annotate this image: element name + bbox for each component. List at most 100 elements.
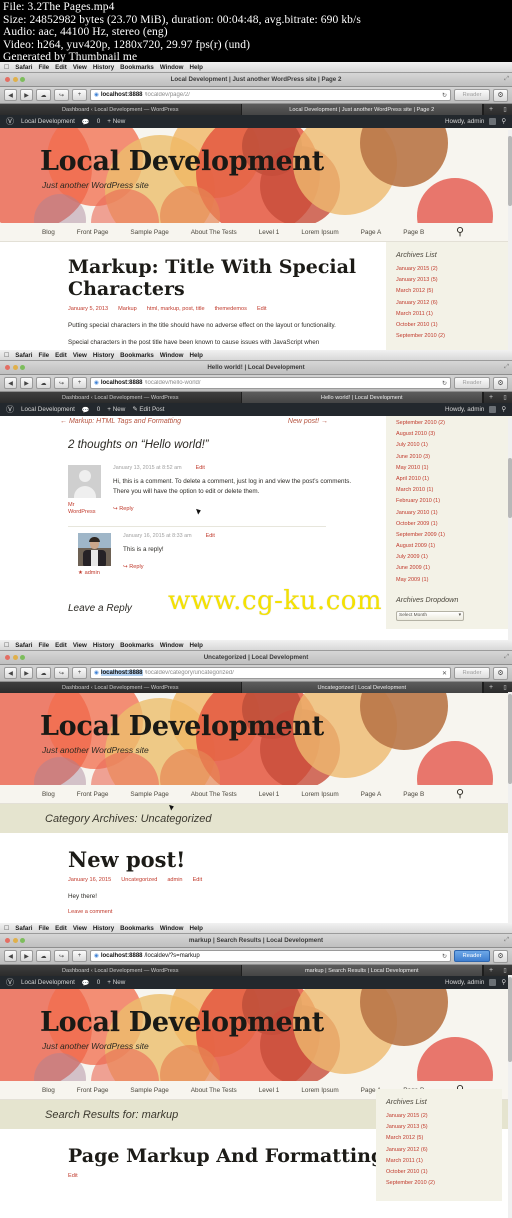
list-item[interactable]: March 2010 (1) bbox=[396, 487, 512, 493]
menu-edit[interactable]: Edit bbox=[55, 64, 67, 71]
address-bar[interactable]: ◉ localhost:8888 /localdev/category/unca… bbox=[90, 667, 451, 679]
leave-comment-link[interactable]: Leave a comment bbox=[68, 909, 112, 915]
list-item[interactable]: February 2010 (1) bbox=[396, 498, 512, 504]
gear-icon[interactable]: ⚙ bbox=[493, 949, 508, 963]
admin-search-icon[interactable]: ⚲ bbox=[501, 979, 506, 986]
list-item[interactable]: August 2009 (1) bbox=[396, 543, 512, 549]
nav-item-lorem-ipsum[interactable]: Lorem Ipsum bbox=[301, 229, 338, 236]
menu-help[interactable]: Help bbox=[190, 642, 203, 649]
menu-window[interactable]: Window bbox=[160, 925, 184, 932]
menu-edit[interactable]: Edit bbox=[55, 925, 67, 932]
menu-file[interactable]: File bbox=[38, 642, 49, 649]
menu-help[interactable]: Help bbox=[190, 64, 203, 71]
page-title[interactable]: Markup: Title With Special Characters bbox=[68, 256, 376, 300]
list-item[interactable]: March 2012 (5) bbox=[396, 288, 512, 294]
new-tab-button[interactable]: + bbox=[483, 965, 498, 976]
post-author[interactable]: themedemos bbox=[215, 306, 247, 312]
show-all-tabs-icon[interactable]: ▯ bbox=[498, 104, 512, 115]
nav-item-page-a[interactable]: Page A bbox=[361, 229, 382, 236]
list-item[interactable]: January 2015 (2) bbox=[396, 266, 512, 272]
apple-logo-icon[interactable]:  bbox=[4, 925, 9, 932]
reader-button[interactable]: Reader bbox=[454, 950, 490, 962]
menu-history[interactable]: History bbox=[93, 352, 114, 359]
share-button[interactable]: ↪ bbox=[54, 89, 69, 101]
list-item[interactable]: July 2010 (1) bbox=[396, 442, 512, 448]
back-button[interactable]: ◀ bbox=[4, 89, 17, 101]
nav-item-page-b[interactable]: Page B bbox=[403, 229, 424, 236]
menu-safari[interactable]: Safari bbox=[15, 642, 32, 649]
nav-item-level-1[interactable]: Level 1 bbox=[259, 1087, 280, 1094]
site-title[interactable]: Local Development bbox=[40, 711, 324, 742]
share-button[interactable]: ↪ bbox=[54, 377, 69, 389]
menu-file[interactable]: File bbox=[38, 352, 49, 359]
add-bookmark-button[interactable]: + bbox=[72, 950, 87, 962]
scrollbar[interactable] bbox=[508, 692, 512, 923]
new-tab-button[interactable]: + bbox=[483, 682, 498, 693]
list-item[interactable]: October 2010 (1) bbox=[386, 1169, 502, 1175]
menu-edit[interactable]: Edit bbox=[55, 352, 67, 359]
address-bar[interactable]: ◉ localhost:8888 /localdev/page/2/ ↻ bbox=[90, 89, 451, 101]
wordpress-logo-icon[interactable]: Ⓥ bbox=[6, 978, 14, 987]
comments-bubble-icon[interactable]: 💬 bbox=[82, 979, 90, 987]
reload-icon[interactable]: ↻ bbox=[442, 92, 447, 99]
list-item[interactable]: June 2010 (3) bbox=[396, 454, 512, 460]
nav-item-page-b[interactable]: Page B bbox=[403, 791, 424, 798]
menu-help[interactable]: Help bbox=[190, 352, 203, 359]
menu-view[interactable]: View bbox=[73, 352, 87, 359]
wordpress-logo-icon[interactable]: Ⓥ bbox=[6, 405, 14, 414]
scrollbar[interactable] bbox=[508, 130, 512, 350]
scrollbar[interactable] bbox=[508, 975, 512, 1218]
menu-history[interactable]: History bbox=[93, 64, 114, 71]
scrollbar-thumb[interactable] bbox=[508, 694, 512, 784]
list-item[interactable]: March 2011 (1) bbox=[396, 311, 512, 317]
nav-item-sample-page[interactable]: Sample Page bbox=[130, 229, 168, 236]
scrollbar-thumb[interactable] bbox=[508, 458, 512, 518]
resize-handle-icon[interactable]: ⤢ bbox=[504, 654, 509, 661]
tab-site[interactable]: Hello world! | Local Development bbox=[241, 392, 483, 403]
scrollbar-thumb[interactable] bbox=[508, 977, 512, 1062]
list-item[interactable]: May 2010 (1) bbox=[396, 465, 512, 471]
list-item[interactable]: January 2015 (2) bbox=[386, 1113, 502, 1119]
tab-site[interactable]: markup | Search Results | Local Developm… bbox=[241, 965, 483, 976]
back-button[interactable]: ◀ bbox=[4, 950, 17, 962]
comments-bubble-icon[interactable]: 💬 bbox=[82, 118, 90, 126]
list-item[interactable]: September 2009 (1) bbox=[396, 532, 512, 538]
nav-item-about[interactable]: About The Tests bbox=[191, 1087, 237, 1094]
menu-history[interactable]: History bbox=[93, 642, 114, 649]
list-item[interactable]: April 2010 (1) bbox=[396, 476, 512, 482]
gear-icon[interactable]: ⚙ bbox=[493, 376, 508, 390]
post-tags[interactable]: html, markup, post, title bbox=[147, 306, 205, 312]
menu-file[interactable]: File bbox=[38, 64, 49, 71]
list-item[interactable]: September 2010 (2) bbox=[386, 1180, 502, 1186]
menu-bookmarks[interactable]: Bookmarks bbox=[120, 642, 154, 649]
nav-item-page-a[interactable]: Page A bbox=[361, 791, 382, 798]
site-title[interactable]: Local Development bbox=[40, 146, 324, 177]
comment-reply-link[interactable]: ↪ Reply bbox=[113, 506, 366, 512]
list-item[interactable]: March 2011 (1) bbox=[386, 1158, 502, 1164]
tab-dashboard[interactable]: Dashboard ‹ Local Development — WordPres… bbox=[0, 104, 242, 115]
site-title[interactable]: Local Development bbox=[40, 1007, 324, 1038]
icloud-tabs-button[interactable]: ☁ bbox=[36, 377, 51, 389]
nav-item-level-1[interactable]: Level 1 bbox=[259, 229, 280, 236]
archives-select[interactable]: Select Month ▾ bbox=[396, 610, 464, 621]
icloud-tabs-button[interactable]: ☁ bbox=[36, 667, 51, 679]
menu-edit[interactable]: Edit bbox=[55, 642, 67, 649]
new-content-button[interactable]: + New bbox=[107, 406, 125, 413]
nav-item-sample-page[interactable]: Sample Page bbox=[130, 791, 168, 798]
gear-icon[interactable]: ⚙ bbox=[493, 88, 508, 102]
comment-reply-link[interactable]: ↪ Reply bbox=[123, 564, 366, 570]
nav-item-front-page[interactable]: Front Page bbox=[77, 229, 109, 236]
stop-loading-icon[interactable]: ✕ bbox=[442, 670, 447, 677]
menu-help[interactable]: Help bbox=[190, 925, 203, 932]
menu-safari[interactable]: Safari bbox=[15, 352, 32, 359]
nav-item-blog[interactable]: Blog bbox=[42, 1087, 55, 1094]
apple-logo-icon[interactable]:  bbox=[4, 64, 9, 71]
icloud-tabs-button[interactable]: ☁ bbox=[36, 950, 51, 962]
admin-bar-site-name[interactable]: Local Development bbox=[21, 979, 75, 986]
menu-view[interactable]: View bbox=[73, 642, 87, 649]
resize-handle-icon[interactable]: ⤢ bbox=[504, 76, 509, 83]
list-item[interactable]: August 2010 (3) bbox=[396, 431, 512, 437]
nav-item-level-1[interactable]: Level 1 bbox=[259, 791, 280, 798]
tab-site[interactable]: Uncategorized | Local Development bbox=[241, 682, 483, 693]
menu-bookmarks[interactable]: Bookmarks bbox=[120, 352, 154, 359]
